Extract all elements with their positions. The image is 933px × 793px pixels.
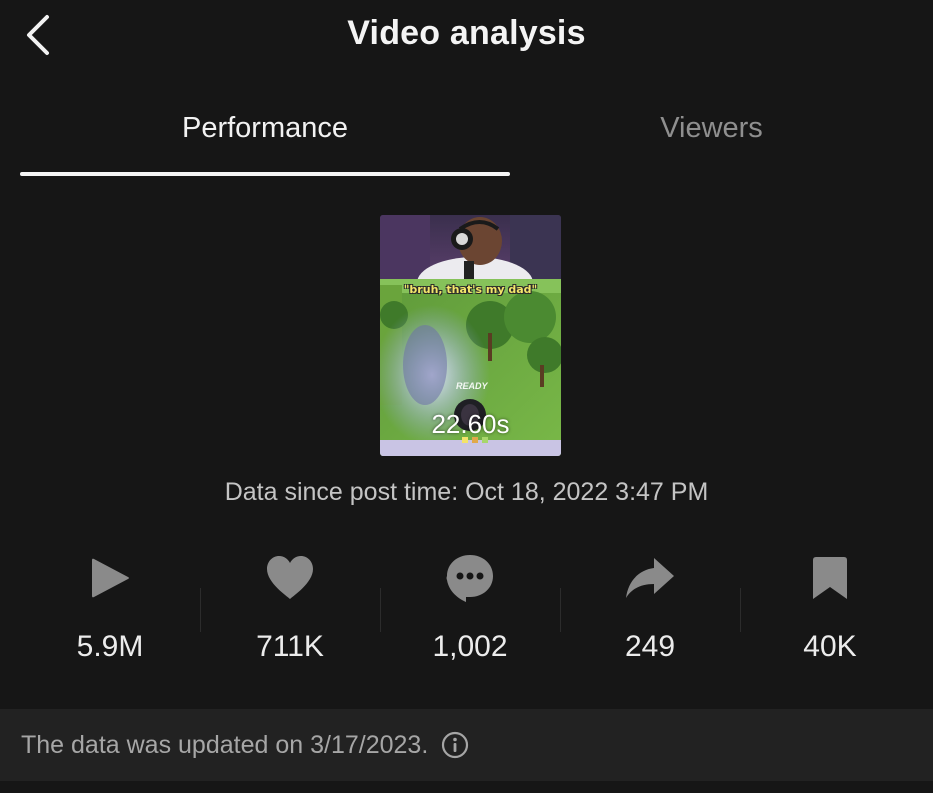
video-analysis-screen: Video analysis Performance Viewers "bruh… bbox=[0, 0, 933, 793]
likes-count: 711K bbox=[256, 630, 324, 663]
tab-performance[interactable]: Performance bbox=[20, 112, 510, 145]
data-since-label: Data since post time: Oct 18, 2022 3:47 … bbox=[224, 478, 709, 506]
data-updated-text: The data was updated on 3/17/2023. bbox=[21, 730, 429, 759]
share-icon bbox=[622, 550, 678, 606]
play-icon bbox=[82, 550, 138, 606]
info-icon[interactable] bbox=[440, 730, 470, 760]
views-count: 5.9M bbox=[76, 630, 144, 663]
thumbnail-ready-label: READY bbox=[456, 381, 488, 391]
active-tab-indicator bbox=[20, 172, 510, 176]
stats-row: 5.9M 711K 1,002 249 40K bbox=[20, 548, 920, 678]
comment-icon bbox=[442, 550, 498, 606]
stat-views: 5.9M bbox=[20, 548, 200, 678]
thumbnail-caption: "bruh, that's my dad" bbox=[403, 283, 538, 296]
heart-icon bbox=[262, 550, 318, 606]
stat-saves: 40K bbox=[740, 548, 920, 678]
bookmark-icon bbox=[802, 550, 858, 606]
stat-comments: 1,002 bbox=[380, 548, 560, 678]
tab-viewers[interactable]: Viewers bbox=[490, 112, 933, 145]
video-thumbnail[interactable]: "bruh, that's my dad" READY 22.60s bbox=[380, 215, 561, 456]
stat-likes: 711K bbox=[200, 548, 380, 678]
stat-shares: 249 bbox=[560, 548, 740, 678]
comments-count: 1,002 bbox=[432, 630, 508, 663]
thumbnail-timer: 22.60s bbox=[431, 409, 510, 439]
shares-count: 249 bbox=[624, 630, 676, 663]
data-updated-bar: The data was updated on 3/17/2023. bbox=[0, 709, 933, 781]
saves-count: 40K bbox=[803, 630, 857, 663]
tab-bar: Performance Viewers bbox=[0, 100, 933, 180]
page-title: Video analysis bbox=[347, 14, 586, 52]
bottom-edge bbox=[0, 781, 933, 793]
